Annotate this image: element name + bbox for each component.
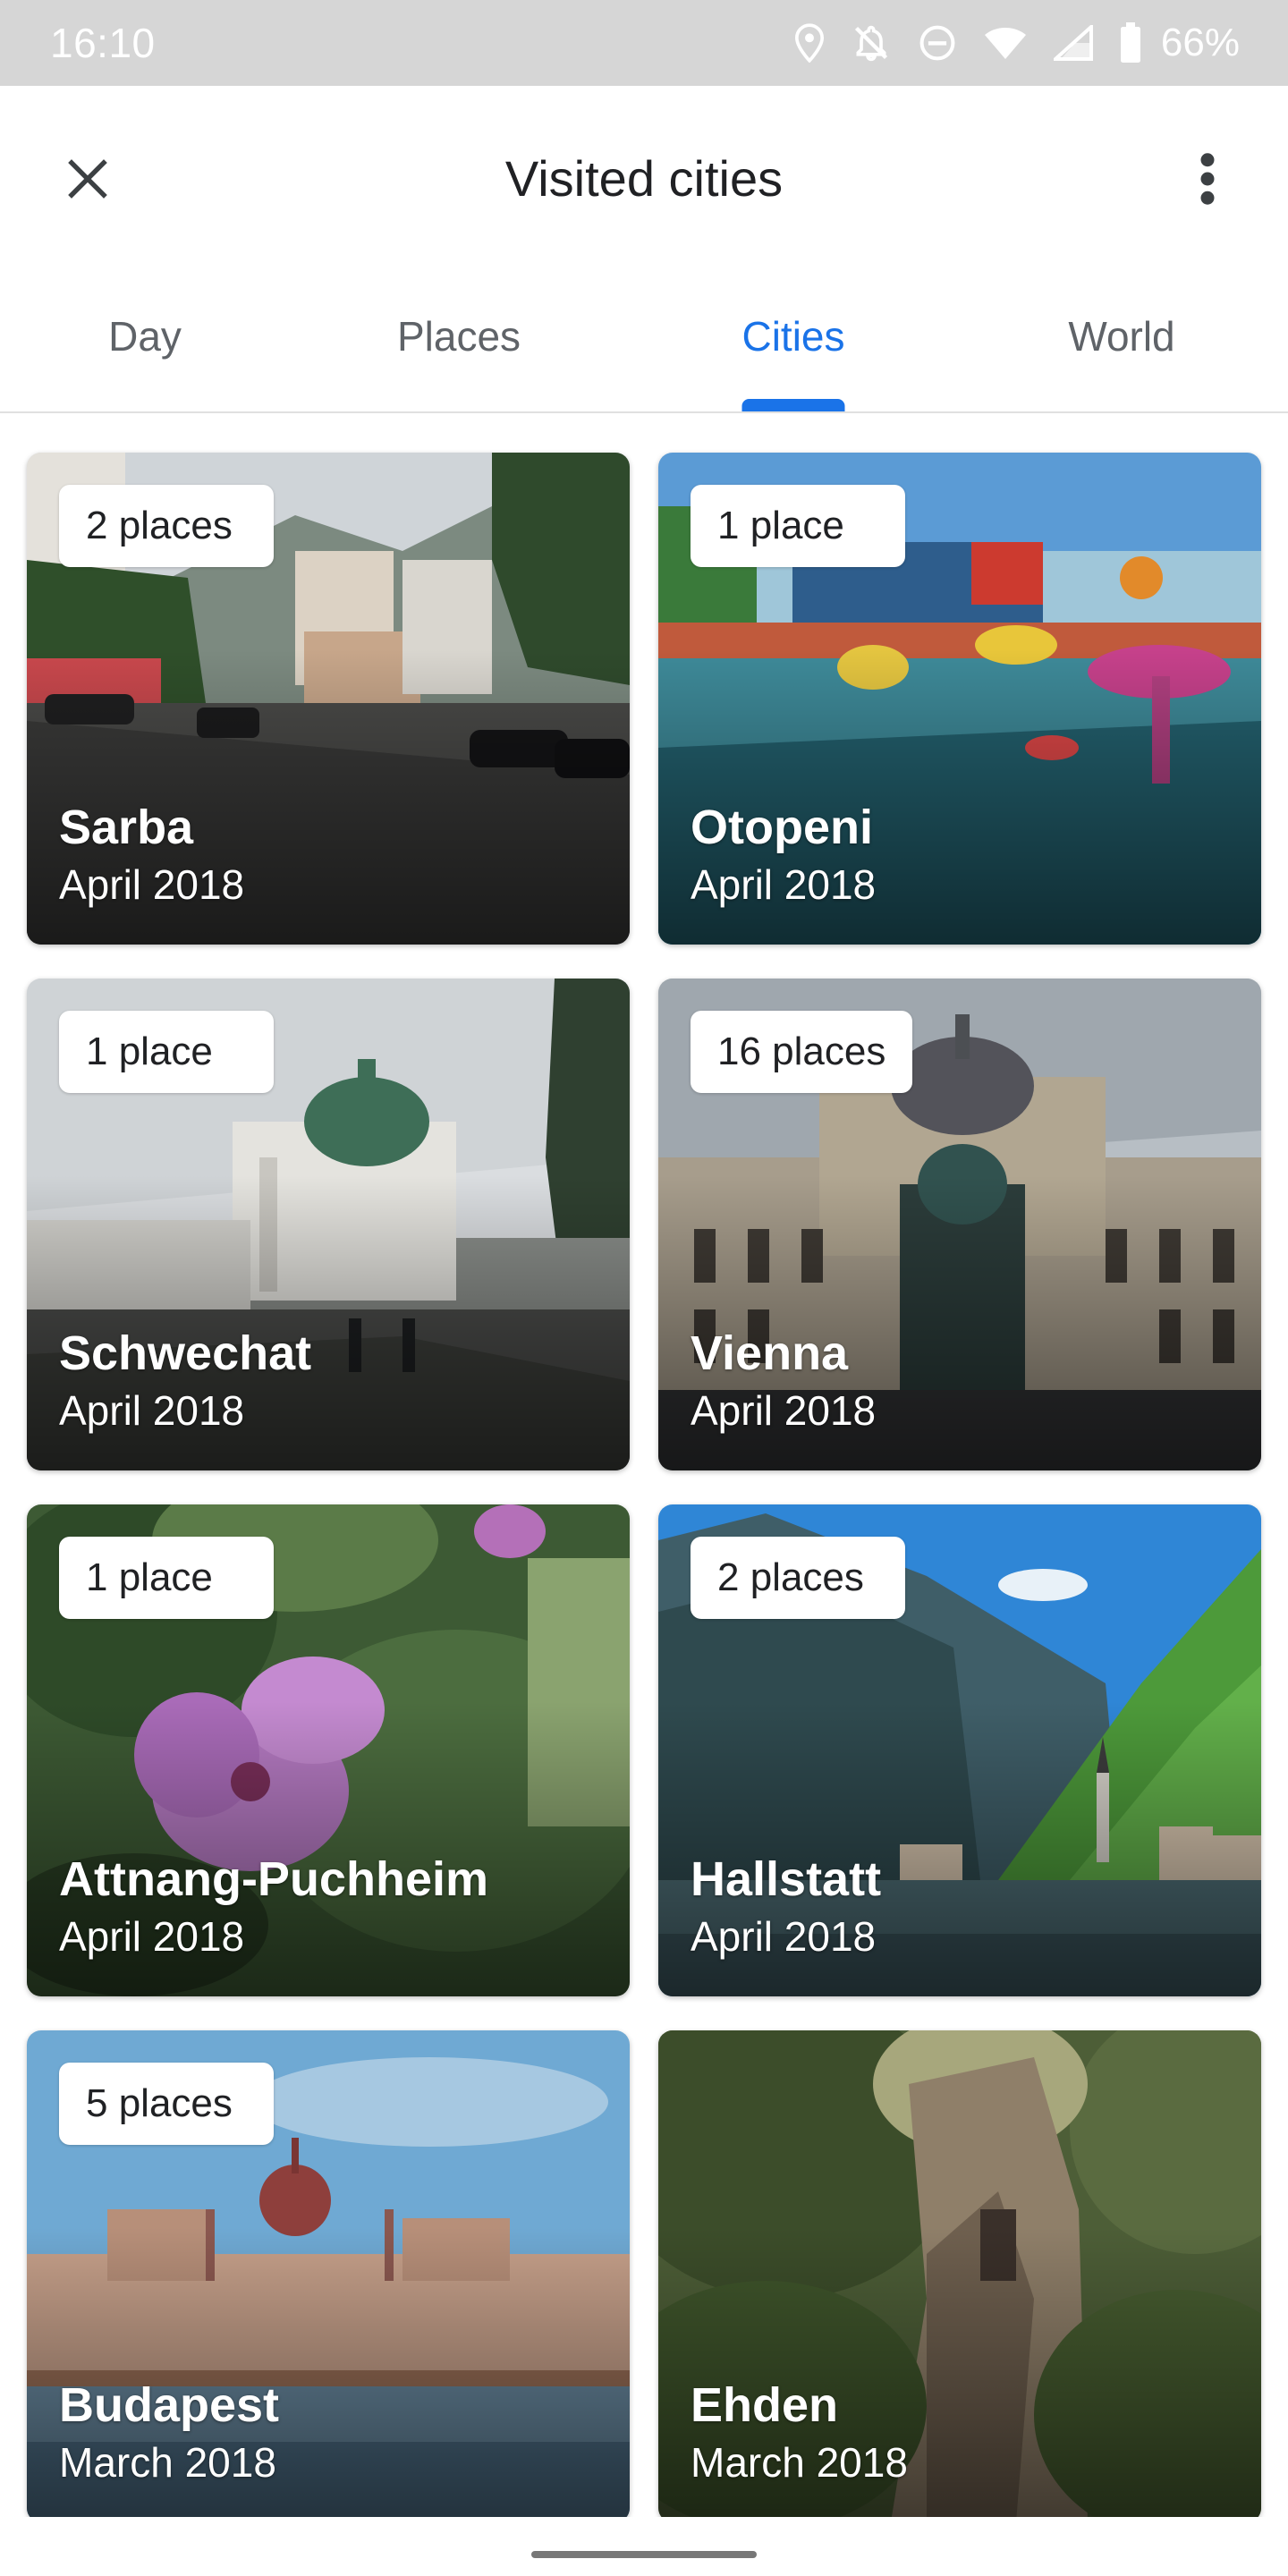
city-date: March 2018 [59, 2439, 276, 2486]
city-date: April 2018 [691, 861, 877, 908]
notifications-off-icon [852, 23, 891, 63]
city-date: April 2018 [59, 861, 245, 908]
city-card-hallstatt[interactable]: 2 places Hallstatt April 2018 [658, 1504, 1261, 1996]
tab-bar: Day Places Cities World [0, 261, 1288, 413]
city-card-budapest[interactable]: 5 places Budapest March 2018 [27, 2030, 630, 2522]
city-name: Schwechat [59, 1326, 312, 1380]
battery-level: 66% [1160, 21, 1240, 64]
city-name: Sarba [59, 801, 194, 854]
wifi-icon [984, 25, 1027, 61]
places-count-chip: 1 place [59, 1011, 274, 1093]
tab-day[interactable]: Day [108, 261, 182, 411]
city-card-sarba[interactable]: 2 places Sarba April 2018 [27, 453, 630, 945]
city-card-ehden[interactable]: Ehden March 2018 [658, 2030, 1261, 2522]
tab-label: World [1068, 313, 1175, 360]
city-date: April 2018 [59, 1913, 245, 1960]
city-name: Otopeni [691, 801, 873, 854]
active-tab-indicator [741, 399, 845, 411]
city-date: April 2018 [691, 1913, 877, 1960]
city-card-otopeni[interactable]: 1 place Otopeni April 2018 [658, 453, 1261, 945]
tab-label: Day [108, 313, 182, 360]
cities-grid: 2 places Sarba April 2018 1 place Otopen… [0, 413, 1288, 2522]
places-count-chip: 1 place [691, 485, 905, 567]
places-count-chip: 5 places [59, 2063, 274, 2145]
status-bar: 16:10 66% [0, 0, 1288, 86]
status-icons: 66% [794, 21, 1240, 65]
app-bar: Visited cities [0, 86, 1288, 261]
home-gesture-handle[interactable] [531, 2551, 757, 2558]
tab-cities[interactable]: Cities [741, 261, 845, 411]
signal-icon [1053, 25, 1093, 61]
places-count-chip: 2 places [59, 485, 274, 567]
tab-places[interactable]: Places [397, 261, 521, 411]
city-date: April 2018 [59, 1387, 245, 1434]
places-count-chip: 16 places [691, 1011, 913, 1093]
city-card-schwechat[interactable]: 1 place Schwechat April 2018 [27, 979, 630, 1470]
city-name: Ehden [691, 2378, 839, 2432]
navigation-bar [0, 2517, 1288, 2576]
city-name: Budapest [59, 2378, 280, 2432]
city-date: April 2018 [691, 1387, 877, 1434]
places-count-chip: 2 places [691, 1537, 905, 1619]
city-name: Attnang-Puchheim [59, 1852, 488, 1906]
location-icon [794, 23, 825, 63]
page-title: Visited cities [504, 150, 784, 207]
city-name: Hallstatt [691, 1852, 882, 1906]
city-name: Vienna [691, 1326, 849, 1380]
places-count-chip: 1 place [59, 1537, 274, 1619]
city-card-attnang-puchheim[interactable]: 1 place Attnang-Puchheim April 2018 [27, 1504, 630, 1996]
battery-icon [1120, 22, 1141, 64]
do-not-disturb-icon [918, 23, 957, 63]
more-vert-icon [1200, 153, 1215, 205]
more-options-button[interactable] [1181, 143, 1234, 215]
tab-label: Places [396, 313, 521, 360]
tab-world[interactable]: World [1068, 261, 1174, 411]
status-time: 16:10 [50, 20, 156, 66]
city-card-vienna[interactable]: 16 places Vienna April 2018 [658, 979, 1261, 1470]
city-date: March 2018 [691, 2439, 908, 2486]
tab-label: Cities [741, 313, 845, 360]
